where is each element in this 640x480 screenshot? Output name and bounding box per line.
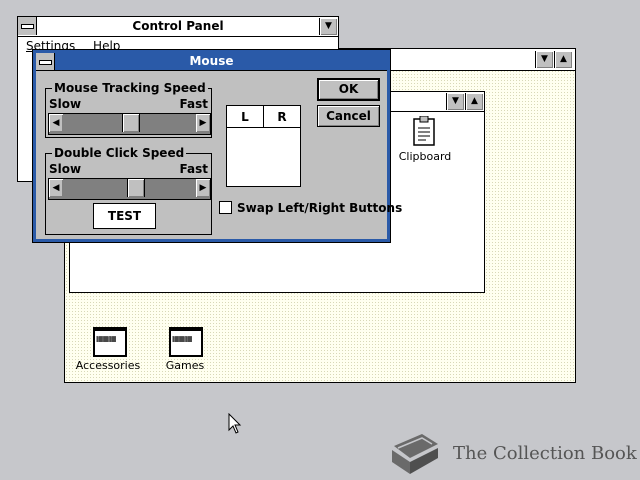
- minimize-button[interactable]: ▼: [535, 51, 553, 68]
- double-click-label: Double Click Speed: [52, 146, 187, 160]
- tracking-speed-label: Mouse Tracking Speed: [52, 81, 208, 95]
- book-icon: [392, 434, 438, 474]
- tracking-speed-scrollbar[interactable]: ◀ ▶: [48, 113, 211, 135]
- icon-label: Games: [165, 359, 205, 372]
- scroll-left-icon[interactable]: ◀: [49, 114, 63, 132]
- mouse-dialog: Mouse Mouse Tracking Speed Slow Fast ◀ ▶…: [32, 49, 402, 243]
- watermark: The Collection Book: [388, 430, 638, 476]
- clipboard-item[interactable]: Clipboard: [390, 114, 460, 164]
- window-title: Control Panel: [132, 19, 224, 33]
- scroll-left-icon[interactable]: ◀: [49, 179, 63, 197]
- left-button-indicator: L: [227, 106, 264, 128]
- games-group[interactable]: Games: [157, 325, 213, 375]
- cancel-button[interactable]: Cancel: [317, 105, 380, 127]
- double-click-group: Double Click Speed Slow Fast ◀ ▶ TEST: [45, 146, 212, 235]
- slow-label: Slow: [49, 97, 82, 111]
- group-maximize-button[interactable]: ▲: [465, 93, 483, 110]
- fast-label: Fast: [179, 162, 208, 176]
- mouse-dialog-titlebar[interactable]: Mouse: [36, 53, 387, 71]
- icon-label: Accessories: [75, 359, 141, 372]
- program-group-icon: [169, 327, 203, 357]
- control-panel-titlebar[interactable]: Control Panel ▼: [18, 17, 338, 37]
- program-group-icon: [93, 327, 127, 357]
- scrollbar-thumb[interactable]: [121, 114, 140, 132]
- right-button-indicator: R: [264, 106, 300, 128]
- dialog-title: Mouse: [189, 54, 234, 68]
- maximize-button[interactable]: ▲: [554, 51, 572, 68]
- mouse-pointer-icon: [228, 413, 242, 434]
- tracking-speed-group: Mouse Tracking Speed Slow Fast ◀ ▶: [45, 81, 212, 138]
- double-click-scrollbar[interactable]: ◀ ▶: [48, 178, 211, 200]
- accessories-group[interactable]: Accessories: [75, 325, 141, 375]
- scrollbar-thumb[interactable]: [127, 179, 146, 197]
- clipboard-icon: [413, 116, 435, 146]
- watermark-text: The Collection Book: [453, 443, 637, 464]
- fast-label: Fast: [179, 97, 208, 111]
- icon-label: Clipboard: [398, 150, 452, 163]
- scroll-right-icon[interactable]: ▶: [196, 114, 210, 132]
- swap-buttons-checkbox[interactable]: [219, 201, 232, 214]
- slow-label: Slow: [49, 162, 82, 176]
- minimize-button[interactable]: ▼: [319, 18, 337, 35]
- group-minimize-button[interactable]: ▼: [446, 93, 464, 110]
- ok-button[interactable]: OK: [317, 78, 380, 101]
- scroll-right-icon[interactable]: ▶: [196, 179, 210, 197]
- swap-buttons-label[interactable]: Swap Left/Right Buttons: [237, 201, 402, 215]
- test-box[interactable]: TEST: [93, 203, 156, 229]
- mouse-diagram: L R: [226, 105, 301, 187]
